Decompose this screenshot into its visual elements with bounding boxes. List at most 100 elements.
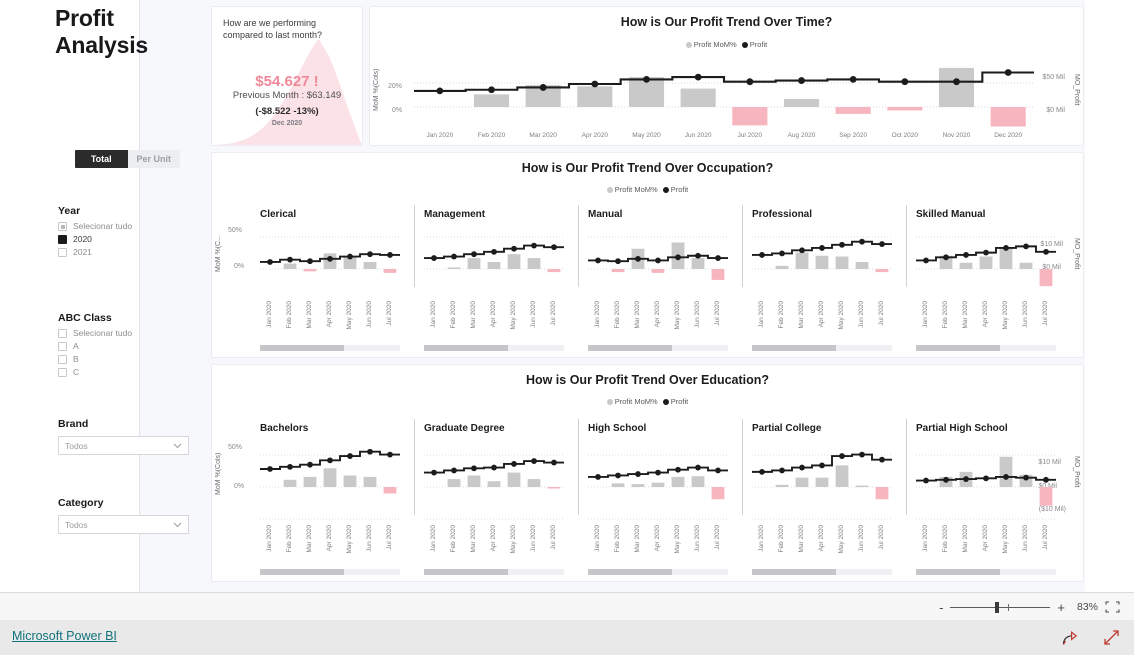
x-tick-label: Jun 2020	[858, 525, 865, 552]
panel-divider	[414, 419, 415, 515]
legend-item-profit-mom[interactable]: Profit MoM%	[606, 185, 658, 194]
checkbox-icon[interactable]	[58, 368, 67, 377]
small-multiple-plot[interactable]	[588, 441, 728, 521]
microsoft-power-bi-link[interactable]: Microsoft Power BI	[12, 629, 117, 643]
fullscreen-icon[interactable]	[1103, 629, 1120, 646]
chevron-down-icon[interactable]	[173, 443, 182, 449]
slicer-item-year-2020[interactable]: 2020	[58, 233, 132, 246]
zoom-slider-thumb[interactable]	[995, 601, 1000, 613]
legend-item-profit-mom[interactable]: Profit MoM%	[606, 397, 658, 406]
small-multiple-plot[interactable]	[260, 441, 400, 521]
x-tick-label: Jun 2020	[366, 525, 373, 552]
small-multiple-plot[interactable]	[260, 225, 400, 293]
x-tick-label: May 2020	[632, 132, 661, 139]
small-multiple-title: Partial High School	[916, 423, 1008, 434]
chart-plot-area[interactable]	[414, 55, 1034, 127]
panel-scrollbar-thumb[interactable]	[916, 569, 1000, 575]
toggle-per-unit-button[interactable]: Per Unit	[127, 150, 180, 168]
fit-to-page-icon[interactable]	[1105, 601, 1120, 613]
small-multiple-plot[interactable]	[424, 225, 564, 293]
x-tick-label: Jan 2020	[922, 301, 929, 328]
zoom-slider[interactable]	[950, 601, 1051, 613]
chart-profit-trend-over-occupation[interactable]: How is Our Profit Trend Over Occupation?…	[211, 152, 1084, 358]
chart-legend[interactable]: Profit MoM% Profit	[370, 40, 1083, 49]
zoom-in-button[interactable]: +	[1057, 601, 1065, 614]
zoom-out-button[interactable]: -	[939, 601, 943, 614]
share-icon[interactable]	[1062, 630, 1079, 646]
small-multiple-plot[interactable]	[916, 441, 1056, 521]
checkbox-icon[interactable]	[58, 329, 67, 338]
x-tick-label: Mar 2020	[962, 301, 969, 329]
slicer-year[interactable]: Selecionar tudo 2020 2021	[58, 220, 132, 259]
panel-scrollbar-thumb[interactable]	[588, 345, 672, 351]
toggle-total-button[interactable]: Total	[75, 150, 128, 168]
small-multiple-plot[interactable]	[588, 225, 728, 293]
x-tick-label: Apr 2020	[654, 525, 661, 552]
panel-scrollbar-thumb[interactable]	[752, 345, 836, 351]
checkbox-icon[interactable]	[58, 235, 67, 244]
legend-swatch-icon	[741, 41, 748, 48]
x-tick-label: Mar 2020	[634, 301, 641, 329]
checkbox-icon[interactable]	[58, 248, 67, 257]
checkbox-icon[interactable]	[58, 222, 67, 231]
panel-scrollbar-thumb[interactable]	[916, 345, 1000, 351]
x-tick-label: Mar 2020	[798, 301, 805, 329]
slicer-item-abc-all[interactable]: Selecionar tudo	[58, 327, 132, 340]
x-tick-label: Jul 2020	[737, 132, 763, 139]
x-tick-label: Jan 2020	[758, 525, 765, 552]
small-multiple-title: Professional	[752, 209, 813, 220]
checkbox-icon[interactable]	[58, 355, 67, 364]
chart-legend[interactable]: Profit MoM% Profit	[212, 397, 1083, 406]
y-tick-left: 20%	[388, 83, 403, 90]
x-tick-label: Jun 2020	[858, 301, 865, 328]
panel-scrollbar-thumb[interactable]	[588, 569, 672, 575]
slicer-item-abc-a[interactable]: A	[58, 340, 132, 353]
legend-item-profit[interactable]: Profit	[662, 397, 688, 406]
checkbox-icon[interactable]	[58, 342, 67, 351]
slicer-abc-class[interactable]: Selecionar tudo A B C	[58, 327, 132, 379]
measure-toggle[interactable]: Total Per Unit	[75, 150, 180, 168]
x-tick-label: Jun 2020	[694, 301, 701, 328]
kpi-card-profit-vs-last-month[interactable]: How are we performing compared to last m…	[211, 6, 363, 146]
panel-scrollbar-thumb[interactable]	[424, 345, 508, 351]
page-title-line1: Profit	[55, 5, 114, 31]
chart-profit-trend-over-education[interactable]: How is Our Profit Trend Over Education? …	[211, 364, 1084, 582]
panel-scrollbar-thumb[interactable]	[424, 569, 508, 575]
small-multiple-plot[interactable]	[424, 441, 564, 521]
chart-profit-trend-over-time[interactable]: How is Our Profit Trend Over Time? Profi…	[369, 6, 1084, 146]
panel-divider	[742, 205, 743, 287]
slicer-dropdown-brand[interactable]: Todos	[58, 436, 189, 455]
small-multiple-plot[interactable]	[916, 225, 1056, 293]
small-multiple-title: Management	[424, 209, 486, 220]
slicer-item-year-2021[interactable]: 2021	[58, 246, 132, 259]
slicer-item-abc-b[interactable]: B	[58, 353, 132, 366]
panel-scrollbar-thumb[interactable]	[260, 569, 344, 575]
small-multiple-plot[interactable]	[752, 225, 892, 293]
x-tick-label: Jun 2020	[694, 525, 701, 552]
x-tick-label: Oct 2020	[891, 132, 919, 139]
chart-legend[interactable]: Profit MoM% Profit	[212, 185, 1083, 194]
x-tick-label: Apr 2020	[818, 525, 825, 552]
slicer-dropdown-category[interactable]: Todos	[58, 515, 189, 534]
slicer-item-label: A	[73, 341, 79, 351]
x-tick-label: Mar 2020	[306, 301, 313, 329]
x-tick-label: Jul 2020	[714, 301, 721, 326]
y-tick-left: 0%	[392, 107, 403, 114]
legend-swatch-icon	[662, 398, 669, 405]
x-tick-label: Jul 2020	[1042, 525, 1049, 550]
slicer-item-year-all[interactable]: Selecionar tudo	[58, 220, 132, 233]
small-multiple-plot[interactable]	[752, 441, 892, 521]
x-tick-label: Mar 2020	[962, 525, 969, 553]
zoom-control[interactable]: - + 83%	[939, 593, 1120, 621]
legend-item-profit[interactable]: Profit	[662, 185, 688, 194]
panel-scrollbar-thumb[interactable]	[752, 569, 836, 575]
x-tick-label: Apr 2020	[982, 301, 989, 328]
legend-item-profit-mom[interactable]: Profit MoM%	[685, 40, 737, 49]
x-tick-label: Feb 2020	[942, 301, 949, 329]
x-tick-label: Jun 2020	[366, 301, 373, 328]
legend-item-profit[interactable]: Profit	[741, 40, 767, 49]
panel-divider	[578, 205, 579, 287]
slicer-item-abc-c[interactable]: C	[58, 366, 132, 379]
chevron-down-icon[interactable]	[173, 522, 182, 528]
panel-scrollbar-thumb[interactable]	[260, 345, 344, 351]
